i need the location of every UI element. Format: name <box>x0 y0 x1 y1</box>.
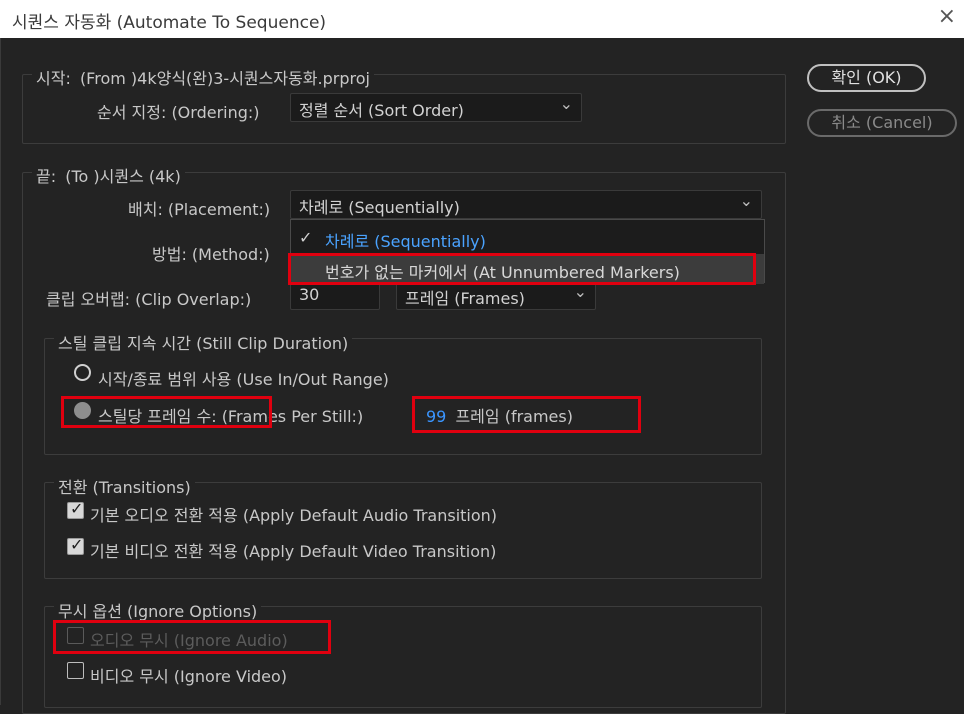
ignore-video-checkbox[interactable] <box>67 662 84 679</box>
chevron-down-icon: ⌄ <box>573 282 587 301</box>
to-value: (To )시퀀스 (4k) <box>65 167 181 186</box>
chevron-down-icon: ⌄ <box>559 94 573 113</box>
placement-dropdown[interactable]: 차례로 (Sequentially) ⌄ <box>290 190 762 219</box>
placement-menu: ✓ 차례로 (Sequentially) 번호가 없는 마커에서 (At Unn… <box>290 219 765 284</box>
method-label: 방법: (Method:) <box>152 245 270 264</box>
to-group-title: 끝: (To )시퀀스 (4k) <box>32 163 185 187</box>
cancel-label: 취소 (Cancel) <box>831 113 933 132</box>
ignore-audio-label[interactable]: 오디오 무시 (Ignore Audio) <box>90 627 288 651</box>
from-value: (From )4k양식(완)3-시퀀스자동화.prproj <box>79 69 370 88</box>
window-title: 시퀀스 자동화 (Automate To Sequence) <box>12 13 327 33</box>
ordering-dropdown[interactable]: 정렬 순서 (Sort Order) ⌄ <box>290 93 582 122</box>
video-transition-label[interactable]: 기본 비디오 전환 적용 (Apply Default Video Transi… <box>90 538 496 562</box>
frames-per-still-field[interactable]: 99 프레임 (frames) <box>426 403 573 427</box>
frames-per-still-radio[interactable] <box>74 402 91 419</box>
checkmark-icon: ✓ <box>70 499 84 518</box>
clip-overlap-label: 클립 오버랩: (Clip Overlap:) <box>46 290 252 309</box>
video-transition-checkbox[interactable]: ✓ <box>67 535 84 555</box>
overlap-unit-value: 프레임 (Frames) <box>405 289 525 308</box>
checkmark-icon: ✓ <box>70 535 84 554</box>
still-clip-group <box>44 338 762 455</box>
to-label: 끝: <box>36 167 57 186</box>
close-icon[interactable]: × <box>938 4 956 29</box>
frames-per-still-label[interactable]: 스틸당 프레임 수: (Frames Per Still:) <box>98 403 363 427</box>
from-label: 시작: <box>36 69 71 88</box>
check-icon: ✓ <box>299 228 313 247</box>
use-in-out-label[interactable]: 시작/종료 범위 사용 (Use In/Out Range) <box>98 366 389 390</box>
placement-label: 배치: (Placement:) <box>128 200 271 219</box>
transitions-title: 전환 (Transitions) <box>54 474 195 498</box>
placement-value: 차례로 (Sequentially) <box>299 198 460 217</box>
ok-label: 확인 (OK) <box>831 68 902 87</box>
menu-item-label: 번호가 없는 마커에서 (At Unnumbered Markers) <box>325 263 680 282</box>
use-in-out-radio[interactable] <box>74 364 91 381</box>
clip-overlap-value: 30 <box>299 285 320 304</box>
from-group-title: 시작: (From )4k양식(완)3-시퀀스자동화.prproj <box>32 65 374 89</box>
ignore-title: 무시 옵션 (Ignore Options) <box>54 598 262 622</box>
ignore-video-label[interactable]: 비디오 무시 (Ignore Video) <box>90 663 287 687</box>
audio-transition-checkbox[interactable]: ✓ <box>67 499 84 519</box>
chevron-down-icon: ⌄ <box>739 191 753 210</box>
clip-overlap-input[interactable]: 30 <box>290 281 380 310</box>
menu-item-unnumbered-markers[interactable]: 번호가 없는 마커에서 (At Unnumbered Markers) <box>291 254 764 284</box>
frames-value[interactable]: 99 <box>426 407 446 426</box>
cancel-button[interactable]: 취소 (Cancel) <box>807 109 957 137</box>
menu-item-sequentially[interactable]: ✓ 차례로 (Sequentially) <box>291 223 764 253</box>
ordering-value: 정렬 순서 (Sort Order) <box>299 101 464 120</box>
frames-unit: 프레임 (frames) <box>455 407 573 426</box>
menu-item-label: 차례로 (Sequentially) <box>325 232 486 251</box>
overlap-unit-dropdown[interactable]: 프레임 (Frames) ⌄ <box>396 281 596 310</box>
ordering-label: 순서 지정: (Ordering:) <box>97 103 260 122</box>
ignore-audio-checkbox[interactable] <box>67 627 84 644</box>
audio-transition-label[interactable]: 기본 오디오 전환 적용 (Apply Default Audio Transi… <box>90 502 497 526</box>
title-bar: 시퀀스 자동화 (Automate To Sequence) × <box>0 0 964 38</box>
ok-button[interactable]: 확인 (OK) <box>807 64 926 92</box>
still-clip-title: 스틸 클립 지속 시간 (Still Clip Duration) <box>54 330 353 354</box>
